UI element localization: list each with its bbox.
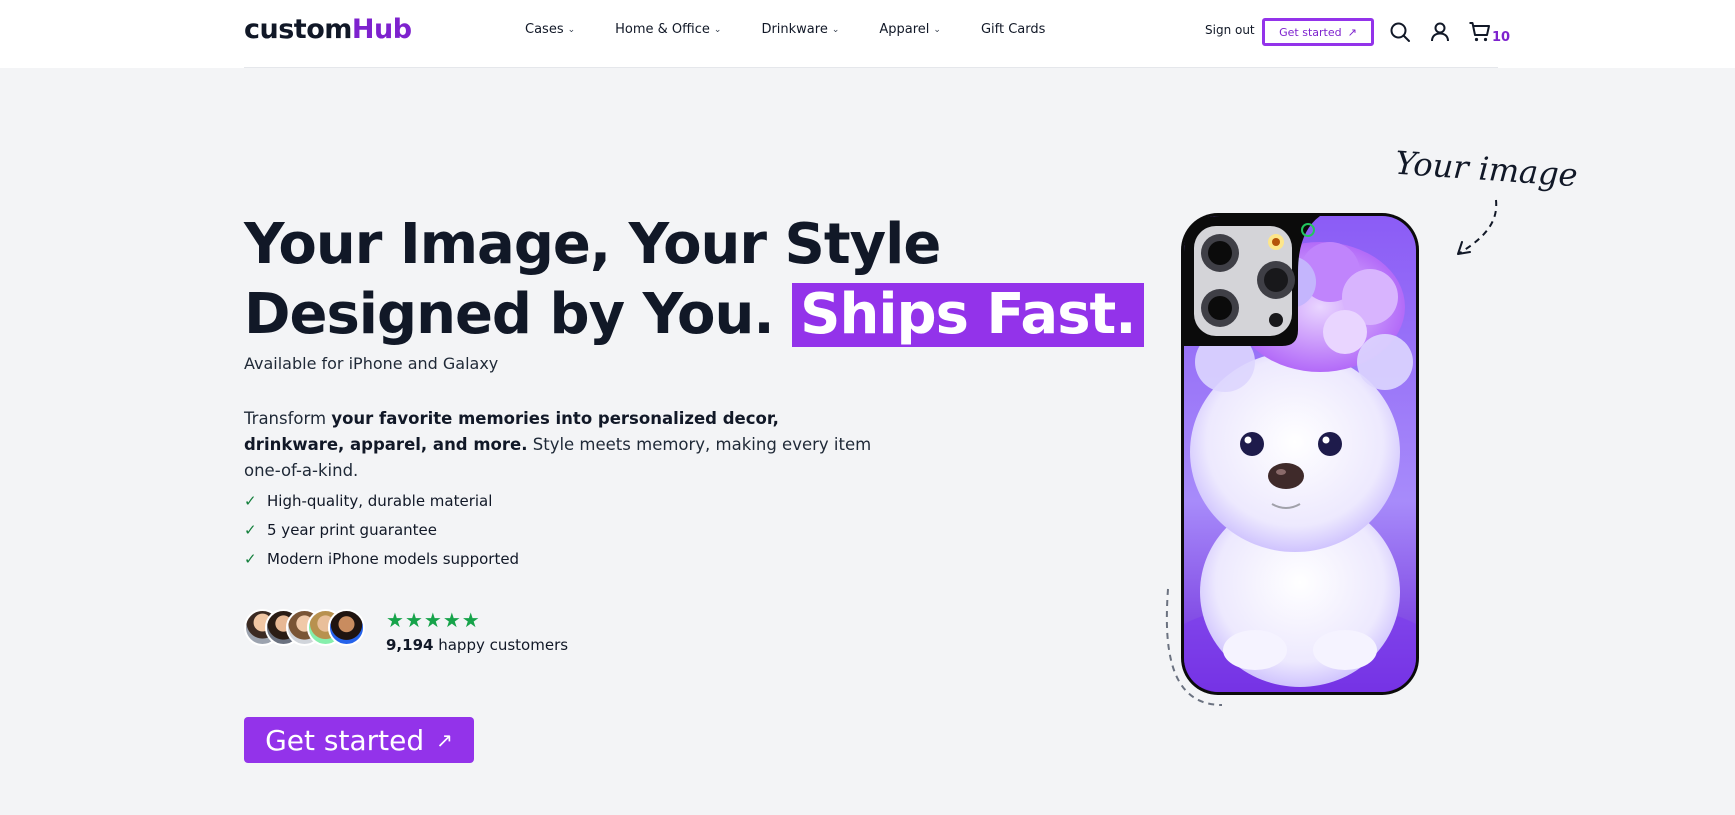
cart-icon (1469, 22, 1490, 42)
hero-title-line-1: Your Image, Your Style (244, 212, 941, 277)
main-nav: Cases ⌄ Home & Office ⌄ Drinkware ⌄ Appa… (525, 22, 1085, 37)
your-image-annotation: Your image (1393, 143, 1579, 195)
nav-item-label: Apparel (879, 22, 930, 37)
user-icon (1431, 22, 1449, 42)
phone-case-image (1181, 213, 1419, 695)
star-icon: ★ (461, 608, 481, 632)
chevron-down-icon: ⌄ (831, 24, 840, 35)
customer-avatars (244, 609, 365, 646)
feature-list: ✓ High-quality, durable material ✓ 5 yea… (244, 486, 519, 573)
star-icon: ★ (442, 608, 462, 632)
chevron-down-icon: ⌄ (567, 24, 576, 35)
feature-label: 5 year print guarantee (267, 520, 437, 539)
hero-title: Your Image, Your Style Designed by You. … (244, 210, 1144, 350)
feature-item: ✓ Modern iPhone models supported (244, 544, 519, 573)
annotation-arrow-icon (1457, 199, 1498, 255)
nav-item-label: Home & Office (615, 22, 710, 37)
cart-button[interactable] (1468, 20, 1492, 44)
nav-item-cases[interactable]: Cases ⌄ (525, 22, 575, 37)
hero-description: Transform your favorite memories into pe… (244, 406, 884, 484)
sign-out-link[interactable]: Sign out (1205, 23, 1255, 37)
feature-label: Modern iPhone models supported (267, 549, 520, 568)
logo-text-custom: custom (244, 14, 352, 45)
header-get-started-label: Get started (1279, 25, 1342, 39)
feature-label: High-quality, durable material (267, 491, 493, 510)
cart-count-badge: 10 (1492, 30, 1511, 45)
nav-item-label: Cases (525, 22, 564, 37)
hero-description-intro: Transform (244, 409, 332, 428)
search-icon (1390, 22, 1410, 42)
hero-title-line-2: Designed by You. Ships Fast. (244, 280, 1144, 350)
feature-item: ✓ 5 year print guarantee (244, 515, 519, 544)
avatar (328, 609, 365, 646)
nav-item-label: Gift Cards (980, 22, 1046, 37)
hero-get-started-label: Get started (265, 723, 425, 757)
customers-count: 9,194 happy customers (386, 636, 568, 654)
external-link-icon: ↗ (436, 728, 453, 752)
customers-label: happy customers (433, 636, 569, 654)
check-icon: ✓ (244, 520, 257, 539)
hero-get-started-button[interactable]: Get started ↗ (244, 717, 474, 763)
hero-subtitle: Available for iPhone and Galaxy (244, 354, 499, 373)
nav-item-apparel[interactable]: Apparel ⌄ (879, 22, 941, 37)
top-navigation-inner: customHub Cases ⌄ Home & Office ⌄ Drinkw… (244, 0, 1510, 68)
top-navigation-bar: customHub Cases ⌄ Home & Office ⌄ Drinkw… (0, 0, 1735, 68)
search-button[interactable] (1388, 20, 1412, 44)
star-icon: ★ (386, 608, 405, 632)
check-icon: ✓ (244, 491, 257, 510)
account-button[interactable] (1428, 20, 1452, 44)
chevron-down-icon: ⌄ (713, 24, 722, 35)
star-icon: ★ (404, 608, 424, 632)
rating-stars: ★★★★★ (386, 608, 481, 632)
nav-item-home-office[interactable]: Home & Office ⌄ (615, 22, 721, 37)
check-icon: ✓ (244, 549, 257, 568)
nav-item-gift-cards[interactable]: Gift Cards (981, 22, 1045, 37)
header-get-started-button[interactable]: Get started ↗ (1262, 18, 1374, 46)
hero-title-highlight: Ships Fast. (792, 283, 1144, 347)
hero-title-line-2-text: Designed by You. (244, 282, 775, 347)
chevron-down-icon: ⌄ (933, 24, 941, 35)
customers-number: 9,194 (386, 636, 434, 654)
feature-item: ✓ High-quality, durable material (244, 486, 519, 515)
star-icon: ★ (423, 608, 443, 632)
nav-item-label: Drinkware (761, 22, 828, 37)
nav-item-drinkware[interactable]: Drinkware ⌄ (761, 22, 839, 37)
external-link-icon: ↗ (1347, 25, 1357, 39)
logo-text-hub: Hub (351, 14, 412, 45)
logo[interactable]: customHub (244, 14, 412, 45)
